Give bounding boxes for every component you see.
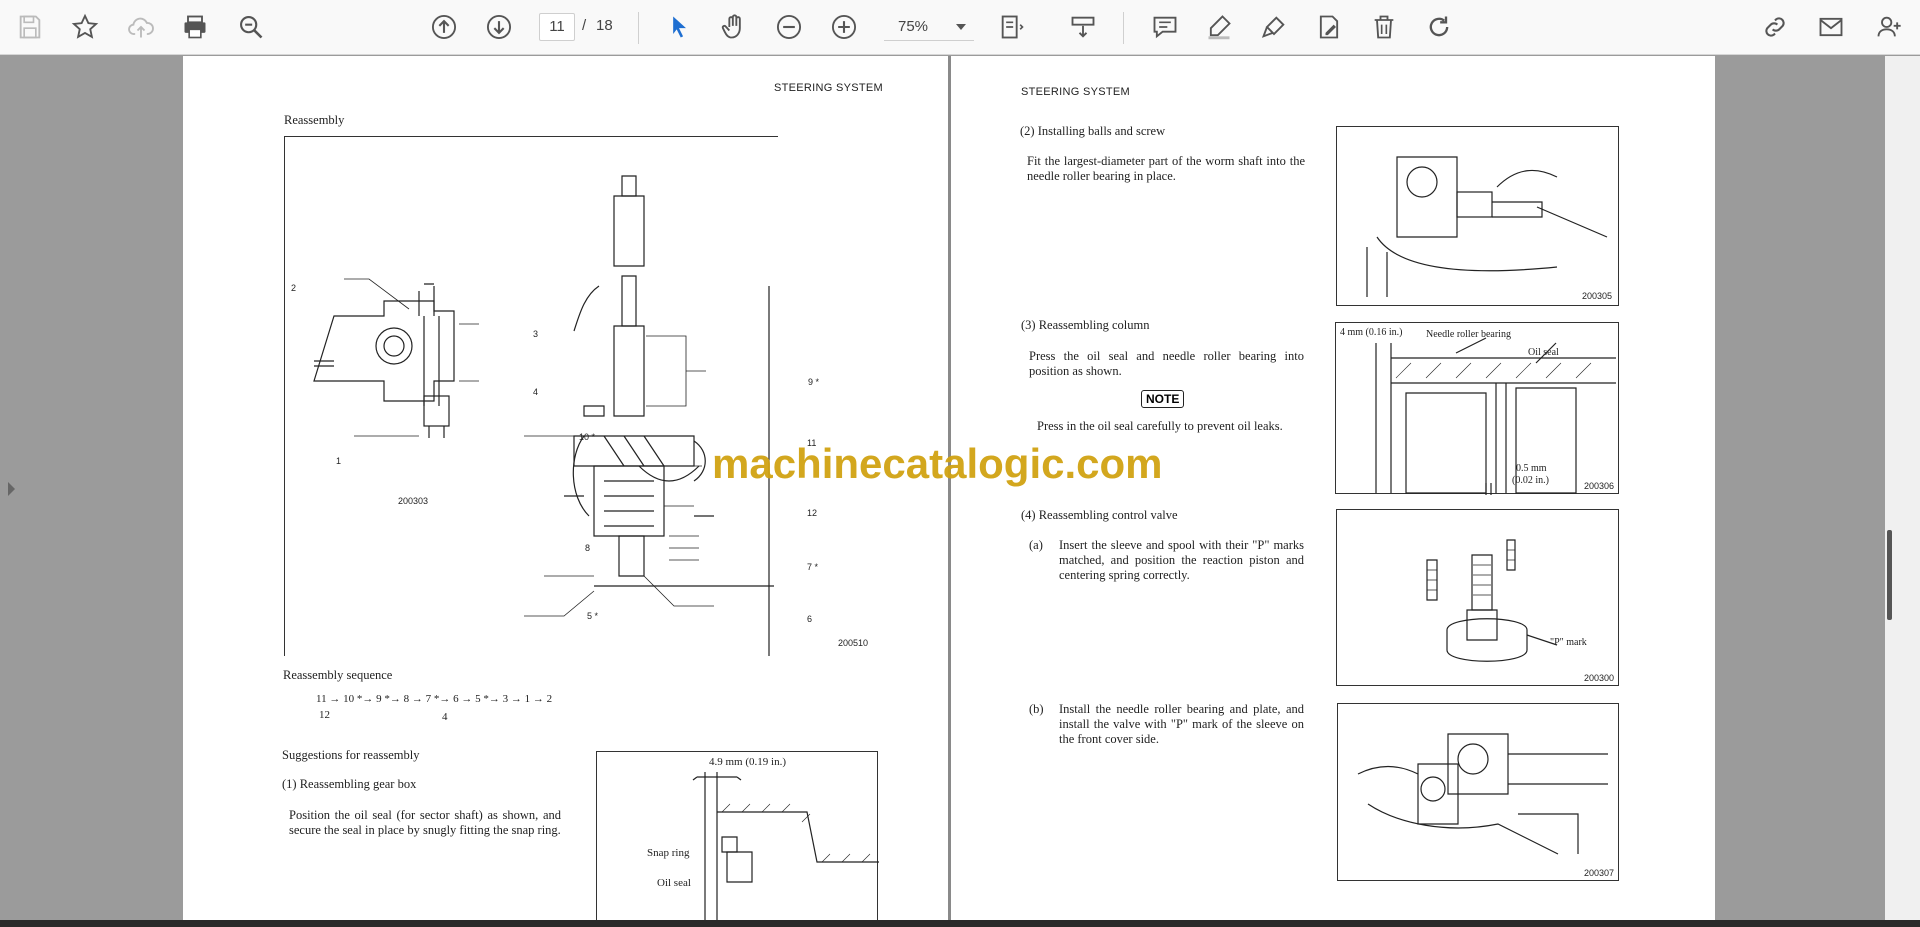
next-page-icon[interactable] xyxy=(482,10,516,44)
email-icon[interactable] xyxy=(1814,10,1848,44)
add-user-icon[interactable] xyxy=(1872,10,1906,44)
callout-label: 2 xyxy=(291,283,297,293)
part-label: Oil seal xyxy=(1528,347,1559,358)
comment-icon[interactable] xyxy=(1148,10,1182,44)
total-pages: 18 xyxy=(596,17,613,34)
item-text: Position the oil seal (for sector shaft)… xyxy=(289,808,561,837)
part-label: "P" mark xyxy=(1550,637,1587,648)
toolbar-divider xyxy=(638,12,639,44)
callout-label: 3 xyxy=(533,329,539,339)
figure-id: 200303 xyxy=(398,496,429,506)
sequence-sub: 12 xyxy=(319,709,330,721)
item-text: Fit the largest-diameter part of the wor… xyxy=(1027,154,1305,183)
page-separator: / xyxy=(582,17,587,34)
watermark: machinecatalogic.com xyxy=(712,440,1163,487)
bookmark-star-icon[interactable] xyxy=(68,10,102,44)
note-text: Press in the oil seal carefully to preve… xyxy=(1037,419,1283,433)
item-text: Insert the sleeve and spool with their "… xyxy=(1059,538,1304,582)
item-title: (3) Reassembling column xyxy=(1021,318,1150,332)
edit-page-icon[interactable] xyxy=(1312,10,1346,44)
sequence-line: 11 → 10 *→ 9 *→ 8 → 7 *→ 6 → 5 *→ 3 → 1 … xyxy=(316,693,553,705)
zoom-out-search-icon[interactable] xyxy=(234,10,268,44)
steering-gear-diagram xyxy=(313,175,774,656)
document-page-right: STEERING SYSTEM (2) Installing balls and… xyxy=(951,56,1715,920)
rotate-icon[interactable] xyxy=(1422,10,1456,44)
figure-id: 200300 xyxy=(1583,673,1614,683)
save-icon[interactable] xyxy=(13,10,47,44)
document-page-left: STEERING SYSTEM Reassembly 2 3 4 1 20030… xyxy=(183,56,948,920)
callout-label: 4 xyxy=(533,387,539,397)
callout-label: 8 xyxy=(585,543,591,553)
zoom-select[interactable]: 75% xyxy=(884,13,974,41)
chevron-down-icon xyxy=(956,24,966,30)
figure-id: 200305 xyxy=(1581,291,1612,301)
hand-pan-icon[interactable] xyxy=(717,10,751,44)
item-label: (b) xyxy=(1029,702,1044,716)
previous-page-icon[interactable] xyxy=(427,10,461,44)
part-label: Needle roller bearing xyxy=(1426,329,1511,340)
left-panel-toggle-icon[interactable] xyxy=(8,482,15,496)
figure-id: 200307 xyxy=(1583,868,1614,878)
page-fit-icon[interactable] xyxy=(995,10,1029,44)
callout-label: 6 xyxy=(807,614,813,624)
toolbar: 11 / 18 75% xyxy=(0,0,1920,55)
section-title: Reassembly xyxy=(284,113,345,127)
item-label: (a) xyxy=(1029,538,1043,552)
control-valve-figure: "P" mark 200300 xyxy=(1336,509,1619,686)
item-title: (2) Installing balls and screw xyxy=(1020,124,1166,138)
cloud-upload-icon[interactable] xyxy=(124,10,158,44)
note-badge: NOTE xyxy=(1141,390,1185,408)
scrollbar-track[interactable] xyxy=(1885,56,1920,920)
needle-bearing-figure: 200307 xyxy=(1337,703,1619,881)
balls-screw-figure: 200305 xyxy=(1336,126,1619,306)
draw-sign-icon[interactable] xyxy=(1257,10,1291,44)
item-title: (1) Reassembling gear box xyxy=(282,777,417,791)
dimension-label: 4.9 mm (0.19 in.) xyxy=(709,756,786,768)
callout-label: 5 * xyxy=(587,611,599,621)
figure-id: 200510 xyxy=(838,638,869,648)
select-cursor-icon[interactable] xyxy=(662,10,696,44)
bottom-edge xyxy=(0,920,1920,927)
item-text: Press the oil seal and needle roller bea… xyxy=(1029,349,1304,378)
dimension-label: 4 mm (0.16 in.) xyxy=(1340,327,1403,338)
page-header: STEERING SYSTEM xyxy=(1021,86,1131,98)
suggestions-title: Suggestions for reassembly xyxy=(282,748,420,762)
part-label: Oil seal xyxy=(657,877,691,889)
sequence-sub: 4 xyxy=(442,711,448,723)
zoom-value: 75% xyxy=(898,18,929,35)
scroll-mode-icon[interactable] xyxy=(1066,10,1100,44)
sequence-title: Reassembly sequence xyxy=(283,668,393,682)
print-icon[interactable] xyxy=(178,10,212,44)
callout-label: 1 xyxy=(336,456,342,466)
scrollbar-thumb[interactable] xyxy=(1887,530,1892,620)
column-bearing-figure: 4 mm (0.16 in.) Needle roller bearing Oi… xyxy=(1335,322,1619,495)
callout-label: 10 * xyxy=(579,432,596,442)
page-header: STEERING SYSTEM xyxy=(774,82,884,94)
page-number-input[interactable]: 11 xyxy=(539,13,575,41)
dimension-label: (0.02 in.) xyxy=(1512,475,1549,486)
delete-icon[interactable] xyxy=(1367,10,1401,44)
callout-label: 7 * xyxy=(807,562,819,572)
zoom-out-icon[interactable] xyxy=(772,10,806,44)
highlight-pen-icon[interactable] xyxy=(1202,10,1236,44)
callout-label: 9 * xyxy=(808,377,820,387)
dimension-label: 0.5 mm xyxy=(1516,463,1547,474)
part-label: Snap ring xyxy=(647,847,690,859)
figure-id: 200306 xyxy=(1583,481,1614,491)
zoom-in-icon[interactable] xyxy=(827,10,861,44)
callout-label: 12 xyxy=(807,508,818,518)
share-link-icon[interactable] xyxy=(1758,10,1792,44)
toolbar-divider xyxy=(1123,12,1124,44)
item-text: Install the needle roller bearing and pl… xyxy=(1059,702,1304,746)
item-title: (4) Reassembling control valve xyxy=(1021,508,1178,522)
oil-seal-figure: 4.9 mm (0.19 in.) Snap ring Oil seal xyxy=(596,751,879,920)
